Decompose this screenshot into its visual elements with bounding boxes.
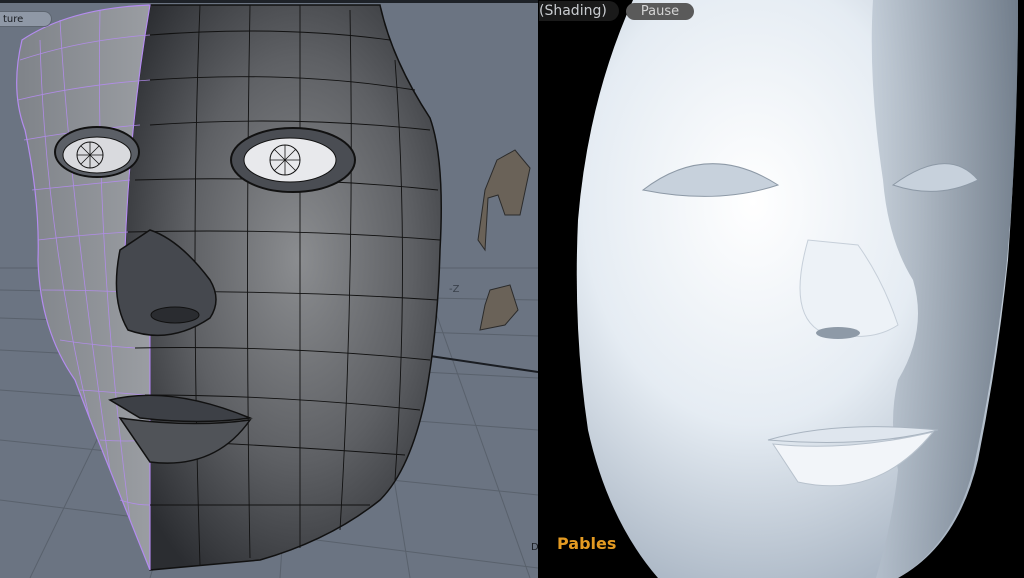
eye-right xyxy=(230,127,356,193)
signature-label: Pables xyxy=(557,534,617,553)
viewport-corner-label: D xyxy=(531,542,538,553)
axis-label: -Z xyxy=(449,284,460,295)
shading-label: (Shading) xyxy=(539,1,619,21)
pause-button[interactable]: Pause xyxy=(626,3,694,20)
eye-left xyxy=(54,126,140,178)
modeling-viewport[interactable]: ture -Z D xyxy=(0,0,538,578)
viewport-top-bar xyxy=(0,0,538,3)
texture-tab[interactable]: ture xyxy=(0,11,52,27)
render-preview: (Shading) Pause Pables xyxy=(538,0,1024,578)
render-scene xyxy=(576,0,1018,578)
bone-handle-icon xyxy=(477,149,531,331)
